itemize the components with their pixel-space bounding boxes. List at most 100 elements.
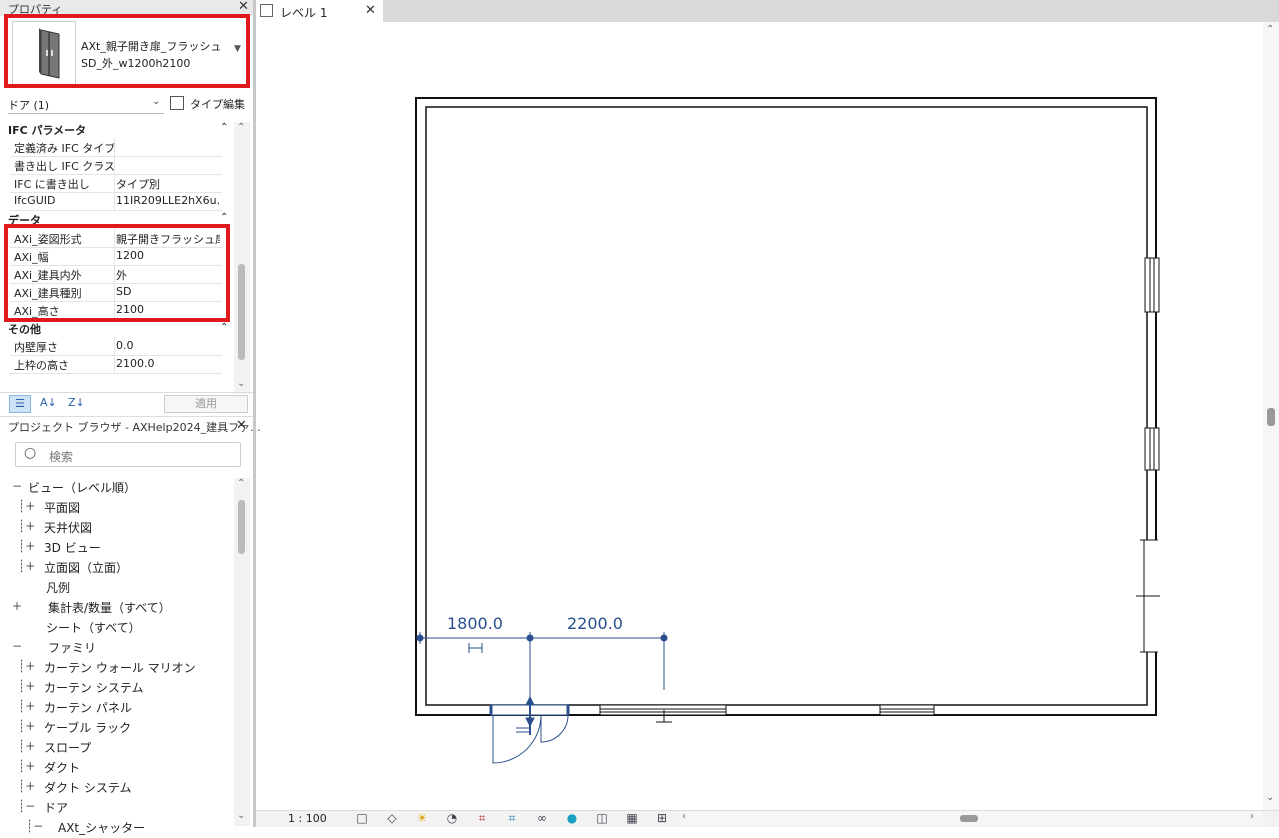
scroll-down-icon[interactable]: ⌄ (1266, 792, 1274, 803)
expand-toggle-icon[interactable]: − (12, 639, 22, 653)
expand-toggle-icon[interactable]: ┊+ (18, 679, 35, 693)
scroll-left-icon[interactable]: ‹ (682, 811, 686, 822)
temporary-view-icon[interactable]: ◫ (594, 810, 610, 826)
expand-toggle-icon[interactable]: ┊+ (18, 779, 35, 793)
property-row[interactable]: 上枠の高さ 2100.0 (10, 355, 222, 374)
tree-item[interactable]: ┊+ ケーブル ラック (0, 718, 232, 738)
expand-toggle-icon[interactable]: ┊− (26, 819, 43, 833)
detail-level-icon[interactable]: □ (354, 810, 370, 826)
expand-toggle-icon[interactable]: ┊+ (18, 539, 35, 553)
expand-toggle-icon[interactable]: ┊+ (18, 759, 35, 773)
expand-toggle-icon[interactable]: ┊+ (18, 739, 35, 753)
browser-scrollbar[interactable]: ⌃ ⌄ (234, 478, 250, 826)
tree-item[interactable]: ┊+ カーテン システム (0, 678, 232, 698)
collapse-icon[interactable]: ⌃ (220, 322, 228, 333)
tree-item[interactable]: ┊+ カーテン パネル (0, 698, 232, 718)
collapse-icon[interactable]: ⌃ (220, 212, 228, 223)
browser-search[interactable]: ○ 検索 (15, 442, 241, 467)
close-icon[interactable]: ✕ (238, 0, 249, 14)
column-divider (114, 355, 115, 373)
tree-item-label: 3D ビュー (44, 541, 101, 555)
close-icon[interactable]: ✕ (365, 3, 376, 18)
sun-path-icon[interactable]: ☀ (414, 810, 430, 826)
scroll-up-icon[interactable]: ⌃ (237, 478, 245, 489)
tree-item[interactable]: − ビュー（レベル順） (0, 478, 232, 498)
tree-item[interactable]: ┊+ 平面図 (0, 498, 232, 518)
highlight-box-data (4, 224, 230, 322)
column-divider (114, 337, 115, 355)
reveal-hidden-icon[interactable]: ● (564, 810, 580, 826)
property-row[interactable]: 定義済み IFC タイプ (10, 138, 222, 157)
scroll-right-icon[interactable]: › (1250, 811, 1254, 822)
tree-item[interactable]: ┊+ 3D ビュー (0, 538, 232, 558)
shadows-icon[interactable]: ◔ (444, 810, 460, 826)
visual-style-icon[interactable]: ◇ (384, 810, 400, 826)
tree-item[interactable]: ┊− AXt_シャッター (0, 818, 232, 838)
property-value[interactable]: タイプ別 (116, 176, 220, 192)
property-value[interactable]: 11IR209LLE2hX6u... (116, 194, 220, 207)
tree-item[interactable]: ┊+ 天井伏図 (0, 518, 232, 538)
section-other[interactable]: その他 (8, 321, 41, 337)
tree-item[interactable]: ┊− ドア (0, 798, 232, 818)
section-ifc[interactable]: IFC パラメータ (8, 122, 86, 138)
scroll-thumb[interactable] (238, 500, 245, 554)
wall-outer (415, 97, 1157, 716)
scroll-down-icon[interactable]: ⌄ (237, 810, 245, 821)
tree-item[interactable]: シート（すべて） (0, 618, 232, 638)
tree-item[interactable]: ┊+ 立面図（立面） (0, 558, 232, 578)
scroll-thumb[interactable] (238, 264, 245, 360)
expand-toggle-icon[interactable]: ┊+ (18, 699, 35, 713)
property-scrollbar[interactable]: ⌃ ⌄ (234, 122, 250, 394)
property-value[interactable]: 0.0 (116, 339, 220, 352)
scroll-thumb[interactable] (1267, 408, 1275, 426)
sort-desc-icon[interactable]: Z↓ (68, 396, 85, 409)
scroll-thumb[interactable] (960, 815, 978, 822)
tree-item[interactable]: − ファミリ (0, 638, 232, 658)
expand-toggle-icon[interactable]: ┊+ (18, 719, 35, 733)
instance-filter[interactable]: ドア (1) ⌄ (8, 94, 164, 114)
tree-item-label: 立面図（立面） (44, 561, 129, 575)
categorized-sort-icon[interactable]: ☰ (9, 395, 31, 413)
tree-item[interactable]: ┊+ ダクト システム (0, 778, 232, 798)
tree-item[interactable]: ┊+ ダクト (0, 758, 232, 778)
view-vscrollbar[interactable]: ⌃ ⌄ (1263, 22, 1279, 810)
type-edit-icon (170, 96, 184, 110)
dimension-label-1800[interactable]: 1800.0 (447, 614, 503, 633)
property-row[interactable]: IFC に書き出し タイプ別 (10, 174, 222, 193)
close-icon[interactable]: ✕ (236, 418, 247, 433)
tree-item[interactable]: 凡例 (0, 578, 232, 598)
expand-toggle-icon[interactable]: ┊+ (18, 659, 35, 673)
expand-toggle-icon[interactable]: ┊+ (18, 519, 35, 533)
floor-plan-canvas[interactable] (256, 22, 1263, 810)
temporary-hide-icon[interactable]: ∞ (534, 810, 550, 826)
scroll-down-icon[interactable]: ⌄ (237, 378, 245, 389)
property-row[interactable]: 書き出し IFC クラス (10, 156, 222, 175)
expand-toggle-icon[interactable]: ┊+ (18, 559, 35, 573)
expand-toggle-icon[interactable]: − (12, 479, 22, 493)
analytical-model-icon[interactable]: ▦ (624, 810, 640, 826)
scroll-up-icon[interactable]: ⌃ (1266, 24, 1274, 35)
expand-toggle-icon[interactable]: + (12, 599, 22, 613)
scale-label[interactable]: 1 : 100 (288, 812, 327, 825)
dimension-label-2200[interactable]: 2200.0 (567, 614, 623, 633)
property-row[interactable]: 内壁厚さ 0.0 (10, 337, 222, 356)
apply-button[interactable]: 適用 (164, 395, 248, 413)
expand-toggle-icon[interactable]: ┊− (18, 799, 35, 813)
sort-asc-icon[interactable]: A↓ (40, 396, 57, 409)
collapse-icon[interactable]: ⌃ (220, 122, 228, 133)
tree-item-label: 集計表/数量（すべて） (48, 601, 171, 615)
property-row[interactable]: IfcGUID 11IR209LLE2hX6u... (10, 192, 222, 211)
tree-item[interactable]: ┊+ スロープ (0, 738, 232, 758)
property-value[interactable]: 2100.0 (116, 357, 220, 370)
search-input[interactable]: 検索 (49, 448, 73, 465)
tab-level1[interactable]: レベル 1 ✕ (256, 0, 383, 22)
tree-item[interactable]: ┊+ カーテン ウォール マリオン (0, 658, 232, 678)
crop-region-icon[interactable]: ⌗ (504, 810, 520, 826)
expand-toggle-icon[interactable]: ┊+ (18, 499, 35, 513)
scroll-up-icon[interactable]: ⌃ (237, 122, 245, 133)
crop-view-icon[interactable]: ⌗ (474, 810, 490, 826)
type-edit-button[interactable]: タイプ編集 (168, 94, 248, 114)
highlight-displacement-icon[interactable]: ⊞ (654, 810, 670, 826)
view-hscrollbar[interactable]: ‹ › (680, 811, 1263, 826)
tree-item[interactable]: + 集計表/数量（すべて） (0, 598, 232, 618)
